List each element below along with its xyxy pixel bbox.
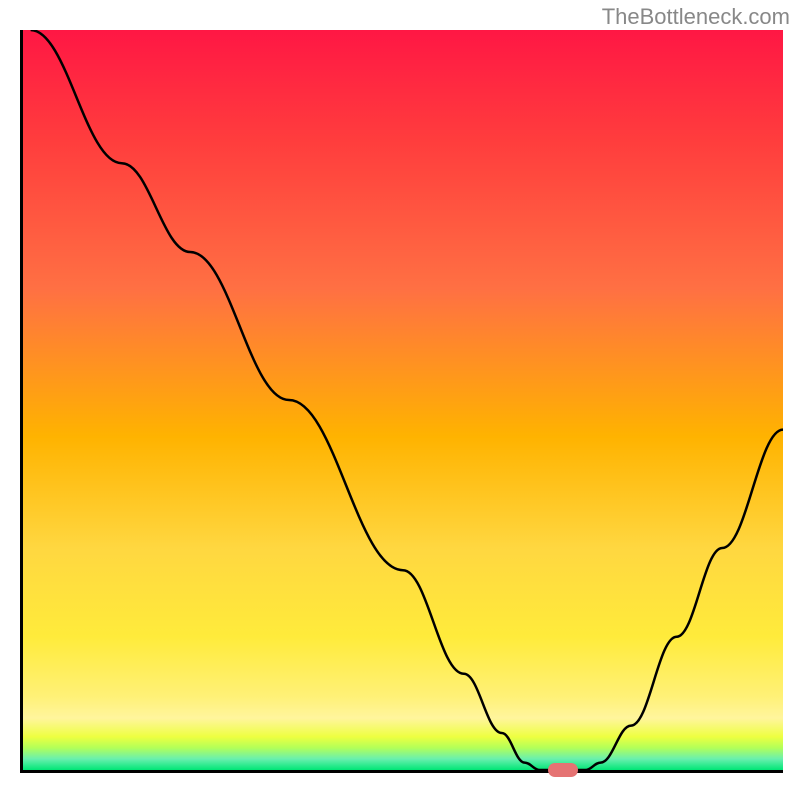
chart-container: TheBottleneck.com (0, 0, 800, 800)
watermark-text: TheBottleneck.com (602, 4, 790, 30)
plot-area (20, 30, 783, 773)
optimal-marker (548, 763, 578, 777)
gradient-background (23, 30, 783, 770)
